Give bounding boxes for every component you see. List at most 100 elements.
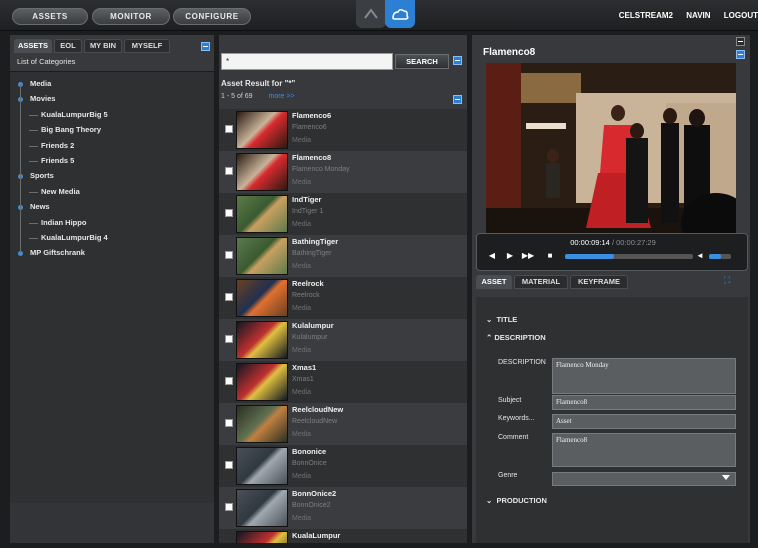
result-name[interactable]: IndTiger xyxy=(292,195,321,204)
result-type: Media xyxy=(292,347,312,354)
result-thumbnail[interactable] xyxy=(236,489,288,527)
nav-assets-button[interactable]: ASSETS xyxy=(12,8,88,25)
search-input[interactable] xyxy=(221,53,393,70)
category-item[interactable]: News xyxy=(30,202,50,211)
collapse-left-panel-button[interactable] xyxy=(201,42,210,51)
result-name[interactable]: ReelcloudNew xyxy=(292,405,343,414)
result-row[interactable]: Reelrock Reelrock Media xyxy=(219,277,467,319)
lock-icon[interactable]: ■ xyxy=(543,250,557,262)
section-title[interactable]: ⌄ TITLE xyxy=(486,315,517,324)
user-name-link[interactable]: NAVIN xyxy=(686,11,710,20)
result-checkbox[interactable] xyxy=(225,167,233,175)
video-preview[interactable] xyxy=(486,63,736,239)
result-row[interactable]: Kulalumpur Kulalumpur Media xyxy=(219,319,467,361)
category-item[interactable]: KualaLumpurBig 5 xyxy=(41,110,108,119)
result-name[interactable]: Flamenco8 xyxy=(292,153,331,162)
result-checkbox[interactable] xyxy=(225,209,233,217)
result-row[interactable]: ReelcloudNew ReelcloudNew Media xyxy=(219,403,467,445)
user-account-link[interactable]: CELSTREAM2 xyxy=(619,11,673,20)
result-row[interactable]: BonnOnice2 BonnOnice2 Media xyxy=(219,487,467,529)
nav-configure-button[interactable]: CONFIGURE xyxy=(173,8,251,25)
result-thumbnail[interactable] xyxy=(236,111,288,149)
collapse-detail-button[interactable] xyxy=(736,50,745,59)
result-thumbnail[interactable] xyxy=(236,531,288,543)
result-row[interactable]: Xmas1 Xmas1 Media xyxy=(219,361,467,403)
result-name[interactable]: Reelrock xyxy=(292,279,324,288)
result-thumbnail[interactable] xyxy=(236,279,288,317)
result-thumbnail[interactable] xyxy=(236,153,288,191)
result-name[interactable]: KualaLumpur xyxy=(292,531,340,540)
category-item[interactable]: KualaLumpurBig 4 xyxy=(41,233,108,242)
search-options-button[interactable] xyxy=(453,56,462,65)
result-thumbnail[interactable] xyxy=(236,363,288,401)
result-row[interactable]: Bononice BonnOnice Media xyxy=(219,445,467,487)
play-icon[interactable]: ▶ xyxy=(503,250,517,262)
comment-field[interactable]: Flamenco8 xyxy=(552,433,736,467)
more-results-link[interactable]: more >> xyxy=(268,93,294,100)
tab-asset[interactable]: ASSET xyxy=(476,275,512,289)
category-item[interactable]: MP Giftschrank xyxy=(30,248,85,257)
result-checkbox[interactable] xyxy=(225,125,233,133)
category-item[interactable]: Big Bang Theory xyxy=(41,125,101,134)
keywords-field[interactable]: Asset xyxy=(552,414,736,429)
volume-icon[interactable]: ◄ xyxy=(693,250,707,262)
category-item[interactable]: Movies xyxy=(30,94,55,103)
result-thumbnail[interactable] xyxy=(236,321,288,359)
result-thumbnail[interactable] xyxy=(236,195,288,233)
result-name[interactable]: Flamenco6 xyxy=(292,111,331,120)
popout-icon[interactable] xyxy=(736,37,745,46)
expand-icon[interactable]: ⛶ xyxy=(724,275,730,286)
collapse-results-button[interactable] xyxy=(453,95,462,104)
rewind-icon[interactable]: ◀ xyxy=(485,250,499,262)
result-name[interactable]: Kulalumpur xyxy=(292,321,334,330)
result-thumbnail[interactable] xyxy=(236,405,288,443)
result-checkbox[interactable] xyxy=(225,377,233,385)
volume-slider[interactable] xyxy=(709,254,731,259)
tab-eol[interactable]: EOL xyxy=(54,39,82,53)
fast-forward-icon[interactable]: ▶▶ xyxy=(521,250,535,262)
search-row: SEARCH xyxy=(221,53,465,71)
section-production-label: PRODUCTION xyxy=(496,496,547,505)
category-item[interactable]: New Media xyxy=(41,187,80,196)
result-checkbox[interactable] xyxy=(225,419,233,427)
result-row[interactable]: Flamenco8 Flamenco Monday Media xyxy=(219,151,467,193)
result-row[interactable]: KualaLumpur xyxy=(219,529,467,543)
subject-field[interactable]: Flamenco8 xyxy=(552,395,736,410)
category-item[interactable]: Media xyxy=(30,79,51,88)
result-name[interactable]: Xmas1 xyxy=(292,363,316,372)
result-thumbnail[interactable] xyxy=(236,447,288,485)
category-item[interactable]: Friends 2 xyxy=(41,141,74,150)
result-name[interactable]: BathingTiger xyxy=(292,237,338,246)
result-checkbox[interactable] xyxy=(225,503,233,511)
result-checkbox[interactable] xyxy=(225,293,233,301)
result-subtitle: Flamenco Monday xyxy=(292,166,350,173)
tab-myself[interactable]: MYSELF xyxy=(124,39,170,53)
result-row[interactable]: IndTiger IndTiger 1 Media xyxy=(219,193,467,235)
description-field[interactable]: Flamenco Monday xyxy=(552,358,736,394)
result-checkbox[interactable] xyxy=(225,461,233,469)
result-type: Media xyxy=(292,179,312,186)
result-row[interactable]: BathingTiger BathingTiger Media xyxy=(219,235,467,277)
logout-link[interactable]: LOGOUT xyxy=(724,11,758,20)
result-checkbox[interactable] xyxy=(225,335,233,343)
tab-keyframe[interactable]: KEYFRAME xyxy=(570,275,628,289)
genre-select[interactable] xyxy=(552,472,736,486)
section-production[interactable]: ⌄ PRODUCTION xyxy=(486,496,547,505)
result-checkbox[interactable] xyxy=(225,251,233,259)
tree-connector xyxy=(29,191,38,193)
tab-material[interactable]: MATERIAL xyxy=(514,275,568,289)
flamenco-video-frame xyxy=(486,63,736,239)
nav-monitor-button[interactable]: MONITOR xyxy=(92,8,170,25)
progress-bar[interactable] xyxy=(565,254,693,259)
result-thumbnail[interactable] xyxy=(236,237,288,275)
search-button[interactable]: SEARCH xyxy=(395,54,449,69)
tab-assets[interactable]: ASSETS xyxy=(14,39,52,53)
result-name[interactable]: Bononice xyxy=(292,447,326,456)
result-name[interactable]: BonnOnice2 xyxy=(292,489,336,498)
section-description[interactable]: ⌃ DESCRIPTION xyxy=(486,333,546,342)
tab-my-bin[interactable]: MY BIN xyxy=(84,39,122,53)
category-item[interactable]: Friends 5 xyxy=(41,156,74,165)
category-item[interactable]: Indian Hippo xyxy=(41,218,86,227)
category-item[interactable]: Sports xyxy=(30,171,54,180)
result-row[interactable]: Flamenco6 Flamenco6 Media xyxy=(219,109,467,151)
